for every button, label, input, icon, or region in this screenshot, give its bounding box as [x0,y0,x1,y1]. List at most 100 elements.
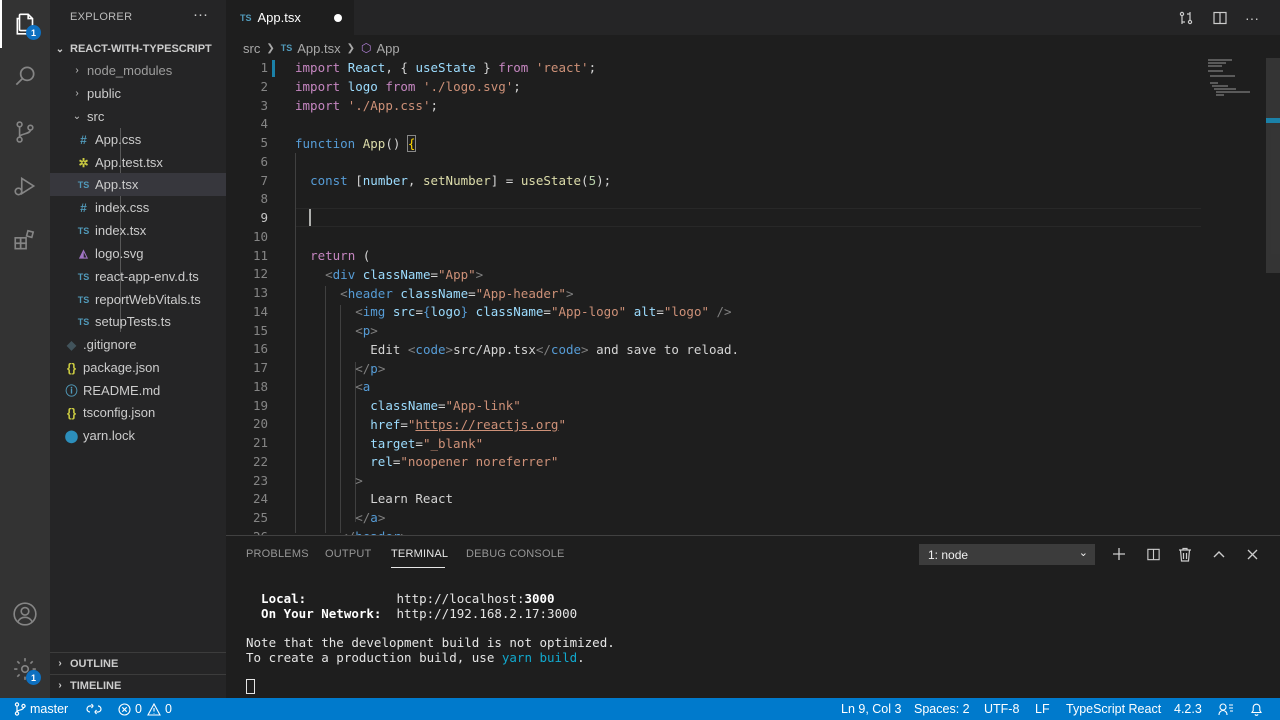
tab-debug-console[interactable]: DEBUG CONSOLE [466,548,565,560]
tree-item-app-tsx[interactable]: TS App.tsx [50,173,226,196]
split-editor-icon[interactable] [1209,8,1231,28]
terminal-select[interactable]: 1: node ⌄ [919,544,1095,565]
maximize-panel-icon[interactable] [1208,544,1230,564]
tree-item-logo-svg[interactable]: ◭ logo.svg [50,242,226,265]
tab-terminal[interactable]: TERMINAL [391,548,448,560]
breadcrumb-folder[interactable]: src [243,41,260,56]
code-line-13: <header className="App-header"> [340,286,574,301]
line-number: 23 [252,472,268,488]
tree-item-package-json[interactable]: {} package.json [50,356,226,379]
editor-scrollbar[interactable] [1266,58,1280,273]
tab-app-tsx[interactable]: TS App.tsx [226,0,354,35]
tree-item-gitignore[interactable]: ◆ .gitignore [50,333,226,356]
tree-item-public[interactable]: › public [50,82,226,105]
explorer-icon[interactable]: 1 [0,0,50,48]
line-number: 16 [252,341,268,357]
terminal-build-line: To create a production build, use yarn b… [246,650,585,665]
terminal-local-line: Local: http://localhost:3000 [246,591,555,606]
tab-label: App.tsx [257,10,301,25]
language-status[interactable]: TypeScript React [1066,698,1161,720]
line-number: 5 [260,135,268,150]
line-number: 4 [260,116,268,132]
line-number: 15 [252,322,268,338]
unsaved-dot-icon[interactable] [334,14,342,22]
css-file-icon: # [80,132,87,147]
json-file-icon: {} [66,360,77,375]
tree-item-yarn-lock[interactable]: ⬤ yarn.lock [50,424,226,447]
info-file-icon: ⓘ [65,384,78,398]
notifications-bell-icon[interactable] [1250,698,1267,720]
tree-item-tsconfig[interactable]: {} tsconfig.json [50,401,226,424]
tree-item-app-test[interactable]: ✲ App.test.tsx [50,151,226,174]
manage-gear-icon[interactable]: 1 [0,645,50,693]
typescript-file-icon: TS [77,294,90,305]
ts-version-status[interactable]: 4.2.3 [1174,698,1202,720]
breadcrumb: src ❯ TS App.tsx ❯ ⬡ App [243,38,400,58]
chevron-down-icon: ⌄ [1078,547,1088,559]
tree-item-setup-tests[interactable]: TS setupTests.ts [50,310,226,333]
tree-item-index-tsx[interactable]: TS index.tsx [50,219,226,242]
typescript-file-icon: TS [77,225,90,236]
code-editor[interactable]: 1 2 3 4 5 6 7 8 9 10 11 12 13 14 15 16 17 18 19 20 21 22 23 24 2… [226,58,1280,535]
code-line-5: function App() { [295,135,417,152]
terminal-local-label: Local: [246,591,307,606]
code-line-14: <img src={logo} className="App-logo" alt… [355,304,732,319]
tree-item-app-css[interactable]: # App.css [50,128,226,151]
search-icon[interactable] [0,52,50,100]
line-number: 6 [260,153,268,169]
line-number: 7 [260,172,268,188]
tree-item-label: App.test.tsx [95,155,163,170]
tree-item-readme[interactable]: ⓘ README.md [50,379,226,402]
explorer-badge: 1 [26,25,41,40]
code-line-23: > [355,473,363,488]
indentation-status[interactable]: Spaces: 2 [914,698,970,720]
error-count: 0 [135,702,142,716]
sync-icon[interactable] [86,698,106,720]
line-number: 9 [260,210,268,225]
code-line-7: const [number, setNumber] = useState(5); [310,173,612,188]
extensions-icon[interactable] [0,216,50,264]
account-icon[interactable] [0,590,50,638]
feedback-icon[interactable] [1218,698,1238,720]
outline-section[interactable]: › OUTLINE [50,652,226,674]
tree-item-node-modules[interactable]: › node_modules [50,59,226,82]
timeline-section[interactable]: › TIMELINE [50,674,226,696]
split-terminal-icon[interactable] [1142,544,1164,564]
tree-item-label: node_modules [87,63,173,78]
run-debug-icon[interactable] [0,162,50,210]
code-line-26: </header> [295,527,408,535]
tab-problems[interactable]: PROBLEMS [246,548,309,560]
tree-item-report-web-vitals[interactable]: TS reportWebVitals.ts [50,288,226,311]
tree-item-index-css[interactable]: # index.css [50,196,226,219]
chevron-right-icon: › [58,658,62,669]
branch-status[interactable]: master [14,698,68,720]
line-number: 14 [252,303,268,319]
open-changes-icon[interactable] [1175,8,1197,28]
new-terminal-icon[interactable] [1108,544,1130,564]
breadcrumb-symbol[interactable]: App [376,41,399,56]
problems-status[interactable]: 0 0 [118,698,172,720]
typescript-file-icon: TS [240,12,252,23]
close-panel-icon[interactable] [1241,544,1263,564]
typescript-file-icon: TS [77,316,90,327]
trash-icon[interactable] [1174,544,1196,564]
source-control-icon[interactable] [0,108,50,156]
chevron-right-icon: ❯ [266,42,275,54]
tree-item-src[interactable]: ⌄ src [50,105,226,128]
explorer-sidebar: EXPLORER ··· ⌄ REACT-WITH-TYPESCRIPT › n… [50,0,226,698]
breadcrumb-file[interactable]: App.tsx [297,41,340,56]
workspace-root[interactable]: ⌄ REACT-WITH-TYPESCRIPT [50,38,226,60]
tab-output[interactable]: OUTPUT [325,548,371,560]
tree-item-label: reportWebVitals.ts [95,292,201,307]
tree-item-react-app-env[interactable]: TS react-app-env.d.ts [50,265,226,288]
code-line-18: <a [355,379,371,394]
minimap[interactable] [1206,58,1266,98]
cursor-position-status[interactable]: Ln 9, Col 3 [841,698,901,720]
warning-icon [147,702,161,716]
more-actions-icon[interactable]: ··· [193,6,208,23]
more-actions-icon[interactable]: ··· [1241,8,1263,28]
encoding-status[interactable]: UTF-8 [984,698,1019,720]
tree-item-label: index.css [95,200,150,215]
eol-status[interactable]: LF [1035,698,1050,720]
error-icon [118,702,131,716]
